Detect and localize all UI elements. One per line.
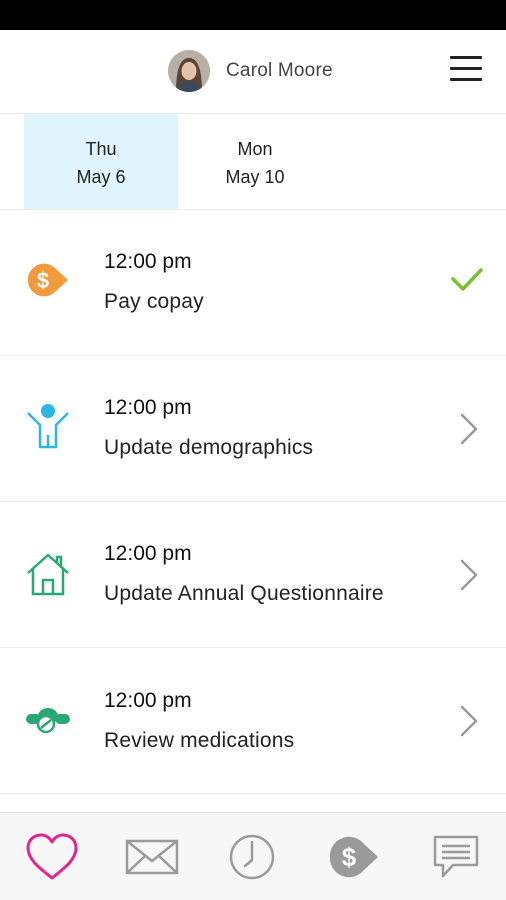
task-time: 12:00 pm: [104, 542, 192, 565]
chat-icon[interactable]: [426, 827, 486, 887]
svg-text:$: $: [37, 268, 49, 293]
task-review-medications[interactable]: 12:00 pm Review medications: [0, 648, 506, 794]
task-time: 12:00 pm: [104, 689, 192, 712]
status-bar: [0, 0, 506, 30]
user-profile[interactable]: Carol Moore: [168, 50, 333, 92]
task-title: Pay copay: [104, 290, 204, 313]
task-title: Update demographics: [104, 436, 314, 459]
date-tab-day: Mon: [237, 139, 273, 159]
checkmark-icon: [450, 262, 484, 296]
dollar-tag-icon: $: [24, 256, 72, 304]
chevron-right-icon[interactable]: [450, 704, 484, 738]
task-title: Update Annual Questionnaire: [104, 582, 384, 605]
task-update-annual-questionnaire[interactable]: 12:00 pm Update Annual Questionnaire: [0, 502, 506, 648]
heart-icon[interactable]: [22, 827, 82, 887]
hamburger-menu-icon[interactable]: [448, 54, 484, 84]
dollar-tag-icon[interactable]: $: [324, 827, 384, 887]
date-tab-mon-may-10[interactable]: Mon May 10: [178, 114, 332, 209]
date-tab-date: May 10: [225, 167, 285, 187]
user-name: Carol Moore: [226, 60, 333, 81]
task-update-demographics[interactable]: 12:00 pm Update demographics: [0, 356, 506, 502]
envelope-icon[interactable]: [122, 827, 182, 887]
clock-icon[interactable]: [222, 827, 282, 887]
bottom-navigation: $: [0, 812, 506, 900]
date-tab-date: May 6: [76, 167, 126, 187]
house-icon: [24, 550, 72, 598]
task-pay-copay[interactable]: $ 12:00 pm Pay copay: [0, 210, 506, 356]
date-tab-thu-may-6[interactable]: Thu May 6: [24, 114, 178, 209]
pills-icon: [24, 697, 72, 745]
task-title: Review medications: [104, 729, 295, 752]
date-tab-day: Thu: [85, 139, 117, 159]
task-time: 12:00 pm: [104, 250, 192, 273]
chevron-right-icon[interactable]: [450, 558, 484, 592]
chevron-right-icon[interactable]: [450, 412, 484, 446]
avatar[interactable]: [168, 50, 210, 92]
task-time: 12:00 pm: [104, 396, 192, 419]
svg-text:$: $: [342, 842, 357, 872]
app-header: Carol Moore: [0, 30, 506, 114]
person-icon: [24, 403, 72, 451]
date-tabs: Thu May 6 Mon May 10: [0, 114, 506, 210]
